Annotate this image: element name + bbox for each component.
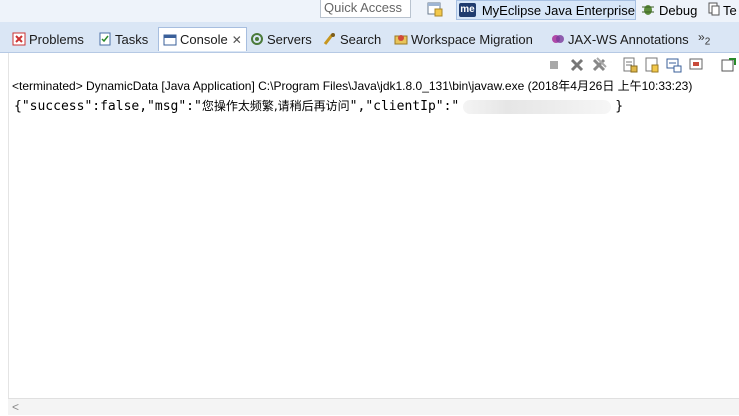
perspective-te[interactable]: Te	[708, 0, 737, 20]
overflow-count: 2	[704, 36, 711, 48]
output-json-prefix: {"success":false,"msg":"	[14, 99, 202, 114]
migration-icon	[394, 32, 408, 46]
bug-icon	[641, 2, 655, 19]
tab-problems[interactable]: Problems	[12, 28, 84, 50]
team-icon	[708, 2, 720, 19]
console-left-border	[8, 53, 9, 398]
tab-label: Servers	[267, 31, 312, 47]
tab-label: Workspace Migration	[411, 31, 533, 47]
display-selected-console-icon[interactable]	[689, 57, 705, 73]
horizontal-scrollbar[interactable]: <	[8, 398, 739, 415]
tab-overflow-button[interactable]: »2	[698, 30, 710, 47]
perspective-label: MyEclipse Java Enterprise	[481, 2, 635, 18]
chevron-double-icon: »	[698, 30, 705, 44]
view-tab-bar: Problems Tasks Console ✕ Servers Search …	[0, 22, 739, 53]
tab-console[interactable]: Console ✕	[158, 27, 247, 51]
open-console-icon[interactable]	[721, 57, 737, 73]
tab-label: Problems	[29, 31, 84, 47]
jaxws-icon	[551, 32, 565, 46]
word-wrap-icon[interactable]	[644, 57, 660, 73]
console-process-header: <terminated> DynamicData [Java Applicati…	[12, 79, 693, 93]
output-message: 您操作太频繁,请稍后再访问	[201, 99, 350, 113]
remove-all-terminated-icon[interactable]	[591, 57, 607, 73]
tab-label: Console	[180, 32, 228, 47]
perspective-label: Debug	[659, 2, 698, 18]
terminate-icon[interactable]	[546, 57, 562, 73]
problems-icon	[12, 32, 26, 46]
close-icon[interactable]: ✕	[232, 33, 242, 47]
tab-servers[interactable]: Servers	[250, 28, 312, 50]
tab-jax-ws-annotations[interactable]: JAX-WS Annotations	[551, 28, 689, 50]
console-icon	[163, 33, 177, 47]
main-toolbar: Quick Access me MyEclipse Java Enterpris…	[0, 0, 739, 23]
perspective-label: Te	[723, 2, 737, 18]
tab-label: JAX-WS Annotations	[568, 31, 689, 47]
tab-search[interactable]: Search	[323, 28, 381, 50]
perspective-myeclipse-java-enterprise[interactable]: me MyEclipse Java Enterprise	[456, 0, 636, 20]
output-json-mid: ","clientIp":"	[349, 99, 460, 114]
redacted-client-ip	[463, 99, 612, 114]
pin-console-icon[interactable]	[666, 57, 682, 73]
console-output-line: {"success":false,"msg":"您操作太频繁,请稍后再访问","…	[14, 97, 623, 114]
tab-label: Search	[340, 31, 382, 47]
search-icon	[323, 32, 337, 46]
tab-workspace-migration[interactable]: Workspace Migration	[394, 28, 533, 50]
open-perspective-icon[interactable]	[426, 0, 444, 18]
perspective-debug[interactable]: Debug	[641, 0, 697, 20]
output-json-suffix: }	[615, 99, 624, 114]
console-toolbar	[0, 53, 739, 77]
myeclipse-icon: me	[459, 3, 476, 17]
scroll-lock-icon[interactable]	[622, 57, 638, 73]
servers-icon	[250, 32, 264, 46]
quick-access-field[interactable]: Quick Access	[320, 0, 411, 18]
scroll-left-icon[interactable]: <	[12, 400, 19, 414]
remove-launch-icon[interactable]	[569, 57, 585, 73]
tasks-icon	[98, 32, 112, 46]
tab-tasks[interactable]: Tasks	[98, 28, 148, 50]
tab-label: Tasks	[115, 31, 149, 47]
